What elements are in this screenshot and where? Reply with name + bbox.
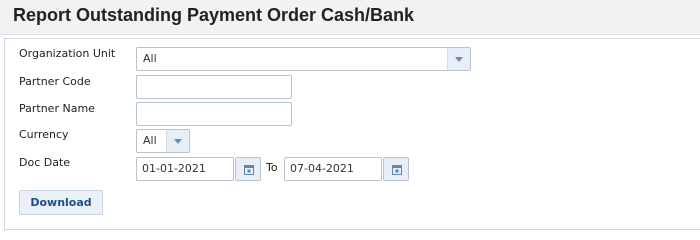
org-unit-value: All	[143, 52, 157, 65]
doc-date-to-input[interactable]: 07-04-2021	[284, 157, 382, 181]
currency-value: All	[143, 134, 157, 147]
org-unit-select[interactable]: All	[136, 47, 471, 71]
doc-date-label: Doc Date	[19, 156, 71, 169]
partner-name-input[interactable]	[136, 102, 292, 126]
currency-select[interactable]: All	[136, 129, 190, 153]
page-title: Report Outstanding Payment Order Cash/Ba…	[13, 5, 415, 25]
chevron-down-icon[interactable]	[447, 48, 470, 70]
partner-code-input[interactable]	[136, 75, 292, 99]
title-bar: Report Outstanding Payment Order Cash/Ba…	[0, 0, 700, 35]
calendar-icon[interactable]	[383, 157, 409, 181]
currency-label: Currency	[19, 128, 69, 141]
doc-date-from-input[interactable]: 01-01-2021	[136, 157, 234, 181]
download-button[interactable]: Download	[19, 190, 103, 215]
chevron-down-icon[interactable]	[166, 130, 189, 152]
calendar-icon[interactable]	[235, 157, 261, 181]
partner-code-label: Partner Code	[19, 75, 91, 88]
org-unit-label: Organization Unit	[19, 47, 116, 60]
date-range-to-label: To	[266, 161, 278, 174]
partner-name-label: Partner Name	[19, 102, 95, 115]
